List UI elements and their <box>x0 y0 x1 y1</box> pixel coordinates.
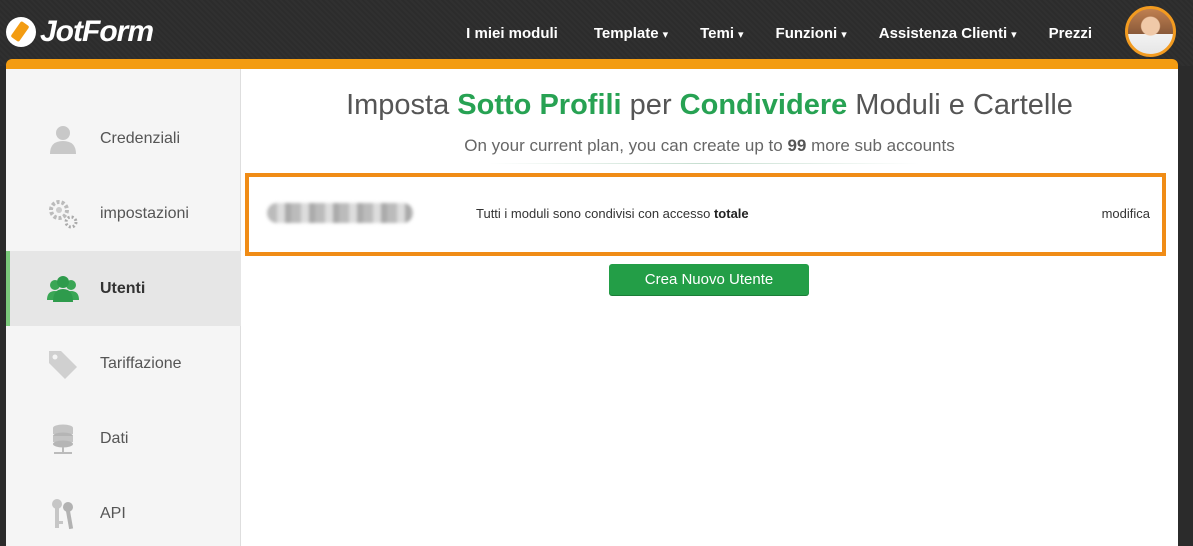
sidebar-item-label: API <box>100 504 126 522</box>
nav-item-themes[interactable]: Temi ▾ <box>700 25 743 42</box>
chevron-down-icon: ▾ <box>1011 28 1017 41</box>
sidebar-item-label: Utenti <box>100 279 146 297</box>
remaining-sub-accounts-count: 99 <box>787 136 807 155</box>
nav-item-features[interactable]: Funzioni ▾ <box>776 25 847 42</box>
sub-account-quota: On your current plan, you can create up … <box>464 136 955 155</box>
main-nav: I miei moduli Template ▾ Temi ▾ Funzioni ▾ … <box>434 0 1096 66</box>
sidebar-item-credentials[interactable]: Credenziali <box>6 101 241 176</box>
jotform-logo-icon <box>6 17 36 47</box>
jotform-logo[interactable]: JotForm <box>6 14 154 50</box>
chevron-down-icon: ▾ <box>738 28 744 41</box>
sidebar-item-label: Tariffazione <box>100 354 182 372</box>
brand-name: JotForm <box>40 15 154 48</box>
settings-sidebar: Credenziali impostazioni Utenti Tariffaz… <box>6 69 241 546</box>
page-title: Imposta Sotto Profili per Condividere Mo… <box>346 89 1073 121</box>
sidebar-item-settings[interactable]: impostazioni <box>6 176 241 251</box>
nav-item-support[interactable]: Assistenza Clienti ▾ <box>879 25 1017 42</box>
chevron-down-icon: ▾ <box>841 28 847 41</box>
sub-user-name-redacted <box>267 203 413 223</box>
sidebar-item-users[interactable]: Utenti <box>6 251 241 326</box>
account-panel: Credenziali impostazioni Utenti Tariffaz… <box>6 69 1178 546</box>
user-avatar[interactable] <box>1125 6 1176 57</box>
database-icon <box>53 424 73 454</box>
sidebar-item-label: Credenziali <box>100 129 181 147</box>
accent-bar <box>6 59 1178 69</box>
top-navigation-bar: JotForm I miei moduli Template ▾ Temi ▾ Fu… <box>0 0 1193 66</box>
keys-icon <box>52 498 74 529</box>
nav-item-my-forms[interactable]: I miei moduli <box>466 25 562 42</box>
user-icon <box>50 125 76 154</box>
users-content: Imposta Sotto Profili per Condividere Mo… <box>241 69 1178 546</box>
sidebar-item-label: Dati <box>100 429 129 447</box>
sub-user-row: Tutti i moduli sono condivisi con access… <box>245 173 1166 256</box>
create-new-user-button[interactable]: Crea Nuovo Utente <box>609 264 809 295</box>
sidebar-item-label: impostazioni <box>100 204 189 222</box>
access-level: totale <box>713 206 749 221</box>
gears-icon <box>49 199 78 228</box>
sub-user-access-description: Tutti i moduli sono condivisi con access… <box>476 206 749 221</box>
edit-user-link[interactable]: modifica <box>1102 206 1150 221</box>
sidebar-item-api[interactable]: API <box>6 476 241 546</box>
chevron-down-icon: ▾ <box>662 28 669 41</box>
sidebar-item-data[interactable]: Dati <box>6 401 241 476</box>
divider <box>489 163 919 164</box>
nav-item-templates[interactable]: Template ▾ <box>594 25 668 42</box>
users-icon <box>47 275 79 302</box>
tag-icon <box>49 350 77 379</box>
nav-item-pricing[interactable]: Prezzi <box>1049 25 1096 42</box>
sidebar-item-billing[interactable]: Tariffazione <box>6 326 241 401</box>
